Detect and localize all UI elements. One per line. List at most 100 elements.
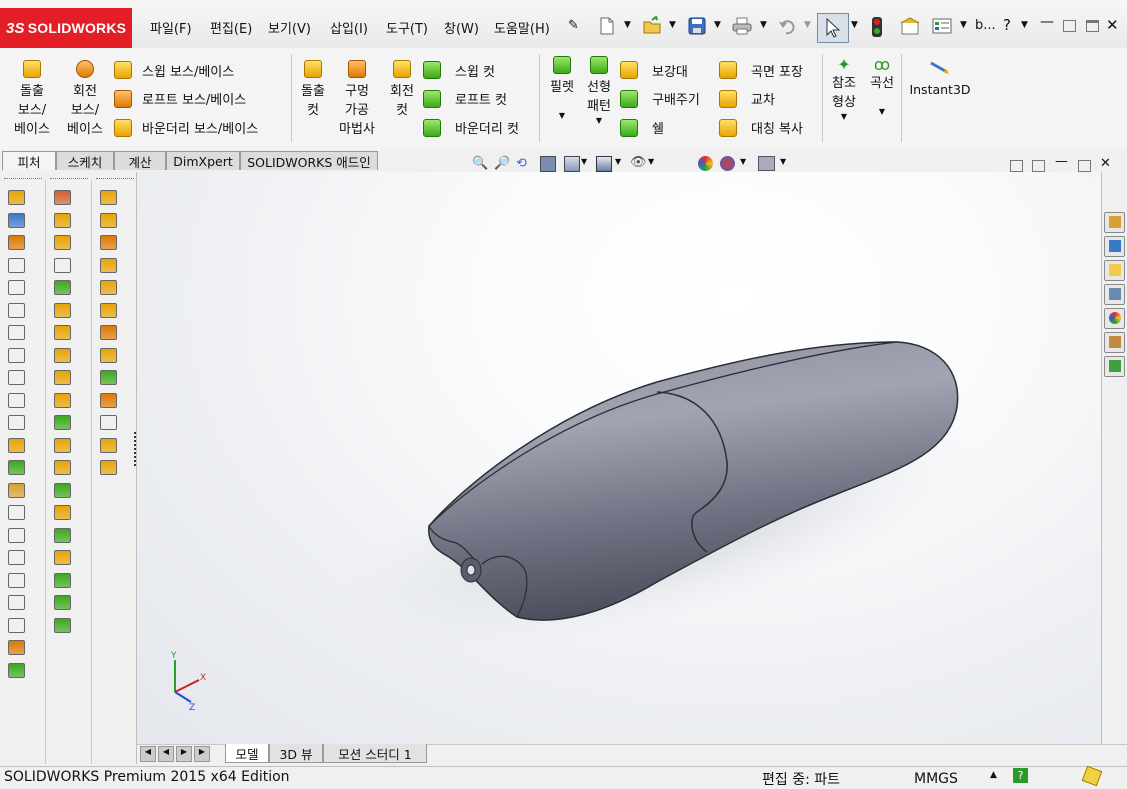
left-tool-extrude-boss-icon[interactable] — [8, 190, 25, 205]
left-tool-sweep-boss-icon[interactable] — [8, 235, 25, 250]
tab-model[interactable]: 모델 — [225, 744, 269, 763]
left-tool-extrude-cut-icon[interactable] — [8, 302, 25, 318]
left-tool-rib-icon[interactable] — [8, 482, 25, 498]
left-tool-surf-knit-icon[interactable] — [100, 460, 117, 475]
left-tool-rapid-sketch-icon[interactable] — [54, 617, 71, 633]
left-tool-revolve-boss-icon[interactable] — [8, 212, 25, 228]
left-tool-circle-icon[interactable] — [54, 280, 71, 295]
intersect-button[interactable]: 교차 — [719, 84, 819, 113]
reference-geometry-button[interactable]: ✦ 참조 형상 ▼ — [826, 56, 862, 122]
forum-icon[interactable] — [1104, 356, 1125, 377]
mirror-button[interactable]: 대칭 복사 — [719, 113, 819, 142]
left-tool-wrap-icon[interactable] — [8, 550, 25, 565]
prev-tab-icon[interactable]: ◀ — [158, 746, 174, 762]
left-tool-pattern-ent-icon[interactable] — [54, 482, 71, 498]
left-tool-revolve-cut-icon[interactable] — [8, 347, 25, 363]
left-tool-fix-icon[interactable] — [54, 527, 71, 543]
view-orientation-dropdown-icon[interactable]: ▼ — [581, 157, 587, 166]
left-tool-surf-boundary-icon[interactable] — [100, 280, 117, 295]
menu-tools[interactable]: 도구(T) — [386, 18, 428, 37]
tab-addins[interactable]: SOLIDWORKS 애드인 — [240, 151, 378, 170]
left-tool-fillet-icon[interactable] — [8, 437, 25, 453]
display-style-dropdown-icon[interactable]: ▼ — [615, 157, 621, 166]
draft-button[interactable]: 구배주기 — [620, 84, 712, 113]
print-dropdown-icon[interactable]: ▼ — [760, 20, 767, 30]
left-tool-circular-pattern-icon[interactable] — [8, 640, 25, 655]
left-tool-loft-boss-icon[interactable] — [8, 257, 25, 273]
save-dropdown-icon[interactable]: ▼ — [714, 20, 721, 30]
display-style-icon[interactable] — [596, 156, 612, 172]
left-tool-surf-extrude-icon[interactable] — [100, 190, 117, 205]
left-tool-surf-ruled-icon[interactable] — [100, 370, 117, 385]
boundary-cut-button[interactable]: 바운더리 컷 — [423, 113, 538, 142]
linear-pattern-dropdown-icon[interactable]: ▼ — [582, 116, 616, 125]
custom-properties-icon[interactable] — [1104, 332, 1125, 353]
left-tool-convert-icon[interactable] — [54, 437, 71, 453]
left-tool-surf-planar-icon[interactable] — [100, 325, 117, 340]
left-tool-boundary-cut-icon[interactable] — [8, 415, 25, 430]
undo-icon[interactable] — [778, 17, 796, 35]
maximize-icon[interactable] — [1086, 20, 1099, 32]
help-dropdown-icon[interactable]: ▼ — [1021, 20, 1028, 30]
left-tool-quick-snap-icon[interactable] — [54, 595, 71, 610]
left-tool-chamfer-icon[interactable] — [8, 460, 25, 475]
curves-dropdown-icon[interactable]: ▼ — [866, 107, 898, 116]
model-part-body[interactable] — [137, 172, 1101, 744]
viewport-tile-left-icon[interactable] — [1010, 160, 1023, 172]
undo-dropdown-icon[interactable]: ▼ — [804, 20, 811, 30]
left-tool-trim-icon[interactable] — [54, 415, 71, 430]
print-icon[interactable] — [732, 17, 752, 35]
tab-dimxpert[interactable]: DimXpert — [166, 151, 240, 170]
save-icon[interactable] — [688, 17, 706, 35]
left-tool-relation-icon[interactable] — [54, 550, 71, 565]
left-tool-hole-wizard-icon[interactable] — [8, 325, 25, 340]
pin-icon[interactable]: ✎ — [568, 18, 579, 33]
menu-insert[interactable]: 삽입(I) — [330, 18, 368, 37]
view-palette-icon[interactable] — [1104, 284, 1125, 305]
loft-cut-button[interactable]: 로프트 컷 — [423, 84, 538, 113]
tab-3d-views[interactable]: 3D 뷰 — [269, 744, 323, 763]
left-tool-line-icon[interactable] — [54, 235, 71, 250]
left-tool-repair-icon[interactable] — [54, 572, 71, 588]
solidworks-logo[interactable]: 3S SOLIDWORKS — [0, 8, 132, 48]
close-icon[interactable]: ✕ — [1106, 16, 1119, 34]
fillet-dropdown-icon[interactable]: ▼ — [545, 111, 579, 120]
linear-pattern-button[interactable]: 선형 패턴 ▼ — [582, 56, 616, 125]
restore-icon[interactable] — [1063, 20, 1076, 32]
section-view-icon[interactable] — [540, 156, 556, 172]
previous-view-icon[interactable]: ⟲ — [516, 156, 527, 171]
view-settings-dropdown-icon[interactable]: ▼ — [780, 157, 786, 166]
tab-features[interactable]: 피처 — [2, 151, 56, 170]
rib-button[interactable]: 보강대 — [620, 56, 712, 84]
reference-geometry-dropdown-icon[interactable]: ▼ — [826, 112, 862, 121]
shell-button[interactable]: 쉘 — [620, 113, 712, 142]
scene-dropdown-icon[interactable]: ▼ — [740, 157, 746, 166]
left-tool-arc-icon[interactable] — [54, 302, 71, 318]
select-dropdown-icon[interactable]: ▼ — [851, 20, 858, 30]
left-tool-rect-icon[interactable] — [54, 257, 71, 273]
left-tool-intersect-icon[interactable] — [8, 572, 25, 588]
new-dropdown-icon[interactable]: ▼ — [624, 20, 631, 30]
left-tool-smart-dim-icon[interactable] — [54, 212, 71, 228]
viewport-minimize-icon[interactable]: — — [1055, 154, 1068, 169]
extrude-boss-button[interactable]: 돌출 보스/베이스 — [10, 60, 54, 139]
menu-edit[interactable]: 편집(E) — [210, 18, 252, 37]
left-tool-ref-plane-icon[interactable] — [8, 662, 25, 678]
pin-tag-icon[interactable] — [1081, 765, 1103, 787]
left-tool-draft-icon[interactable] — [8, 505, 25, 520]
revolve-boss-button[interactable]: 회전 보스/베이스 — [62, 60, 108, 139]
viewport-tile-right-icon[interactable] — [1032, 160, 1045, 172]
dynamic-annotation-icon[interactable] — [564, 156, 580, 172]
left-tool-surf-loft-icon[interactable] — [100, 257, 117, 273]
file-explorer-icon[interactable] — [1104, 260, 1125, 281]
units-dropdown-icon[interactable]: ▲ — [990, 770, 997, 780]
left-tool-offset-icon[interactable] — [54, 392, 71, 408]
options-icon[interactable] — [932, 17, 952, 35]
left-tool-surf-extend-icon[interactable] — [100, 392, 117, 408]
view-settings-icon[interactable] — [758, 156, 775, 171]
left-tool-sweep-cut-icon[interactable] — [8, 370, 25, 385]
hide-show-items-icon[interactable]: 👁 — [630, 155, 647, 170]
loft-boss-button[interactable]: 로프트 보스/베이스 — [114, 84, 289, 113]
left-tool-surf-offset-icon[interactable] — [100, 347, 117, 363]
open-folder-icon[interactable] — [642, 16, 662, 36]
